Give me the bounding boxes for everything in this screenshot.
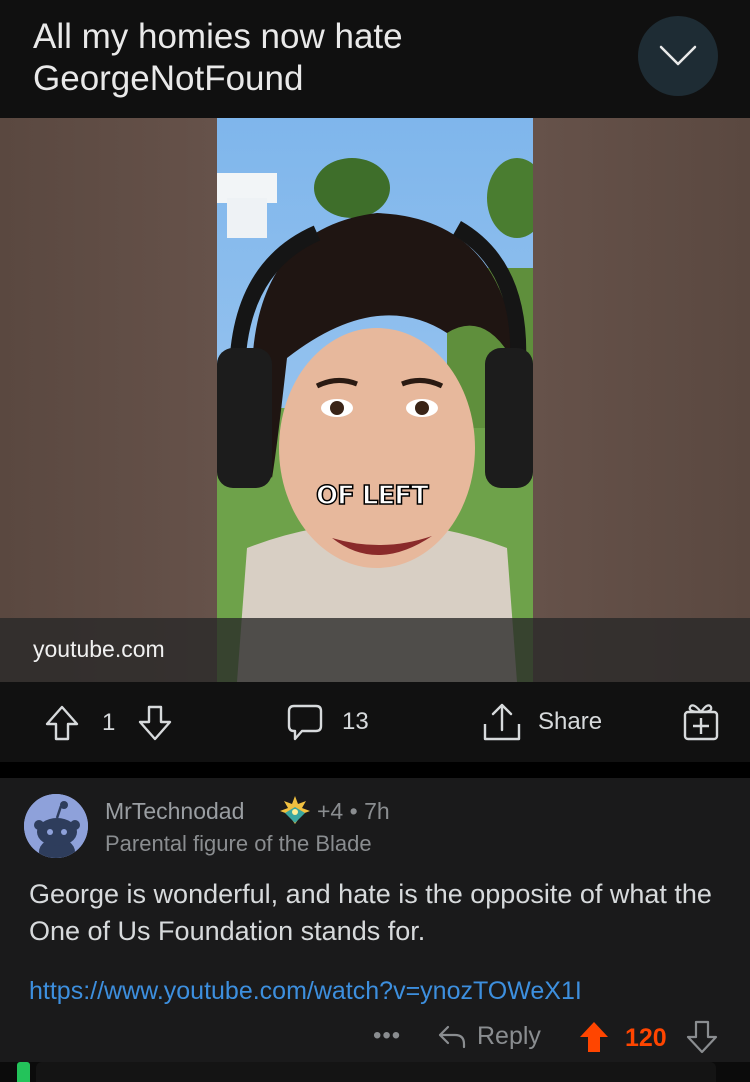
post-header: All my homies now hate GeorgeNotFound [0, 0, 750, 118]
share-label: Share [538, 708, 603, 735]
video-thumbnail [217, 118, 533, 682]
comment-action-bar: ••• Reply 120 [0, 1018, 750, 1062]
share-button[interactable]: Share [482, 702, 602, 742]
upvote-active-icon[interactable] [578, 1020, 610, 1054]
post-title: All my homies now hate GeorgeNotFound [33, 17, 403, 98]
award-count: +4 [317, 798, 344, 824]
preview-blur-left [0, 118, 217, 682]
downvote-icon[interactable] [137, 704, 173, 742]
more-options-button[interactable]: ••• [373, 1022, 401, 1050]
comment-score: 120 [625, 1024, 667, 1052]
snoo-avatar-icon [24, 794, 88, 858]
comment-meta: +4 • 7h [317, 798, 390, 825]
upvote-icon[interactable] [44, 704, 80, 742]
comment-bubble-icon [287, 704, 323, 741]
chevron-down-icon [659, 45, 697, 66]
reply-button[interactable]: Reply [437, 1022, 541, 1051]
reply-arrow-icon [438, 1025, 466, 1048]
avatar[interactable] [24, 794, 88, 858]
award-icon [280, 796, 310, 824]
comment-body: George is wonderful, and hate is the opp… [29, 879, 712, 946]
downvote-icon[interactable] [686, 1020, 718, 1054]
gift-icon [683, 704, 719, 741]
comment-age: 7h [364, 798, 390, 824]
post-score: 1 [102, 709, 116, 736]
preview-blur-right [533, 118, 750, 682]
next-comment-card [36, 1062, 716, 1082]
video-caption: OF LEFT [315, 480, 429, 512]
share-icon [483, 703, 521, 741]
divider [0, 762, 750, 778]
comment-count: 13 [342, 708, 369, 735]
comment-link[interactable]: https://www.youtube.com/watch?v=ynozTOWe… [29, 977, 582, 1006]
comment: MrTechnodad +4 • 7h Parental figure of t… [0, 778, 750, 1082]
link-domain: youtube.com [33, 636, 165, 662]
award-button[interactable] [682, 700, 720, 742]
link-preview[interactable]: OF LEFT youtube.com [0, 118, 750, 682]
vote-group: 1 [44, 704, 173, 742]
reply-label: Reply [477, 1022, 541, 1050]
comments-button[interactable]: 13 [286, 702, 369, 742]
user-flair: Parental figure of the Blade [105, 831, 372, 856]
post-action-bar: 1 13 Share [0, 682, 750, 762]
meta-separator: • [349, 798, 358, 824]
comment-username[interactable]: MrTechnodad [105, 798, 244, 825]
collapse-button[interactable] [638, 16, 718, 96]
thread-indicator [17, 1062, 30, 1082]
